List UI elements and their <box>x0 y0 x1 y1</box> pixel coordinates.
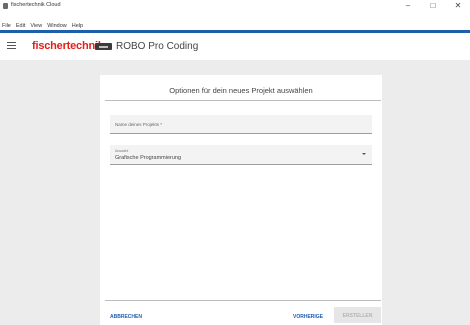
menu-window[interactable]: Window <box>47 23 67 29</box>
project-name-placeholder: Name deines Projekts * <box>115 122 163 127</box>
window-controls: – □ ✕ <box>404 1 462 11</box>
create-button-label: ERSTELLEN <box>342 313 373 319</box>
menu: File Edit View Window Help <box>2 23 83 29</box>
window-titlebar: fischertechnik Cloud – □ ✕ <box>0 0 470 14</box>
menu-edit[interactable]: Edit <box>16 23 25 29</box>
hamburger-menu-icon[interactable] <box>7 42 16 50</box>
app-icon <box>3 3 8 9</box>
brand-logo: fischertechnik <box>32 40 104 52</box>
menu-file[interactable]: File <box>2 23 11 29</box>
close-button[interactable]: ✕ <box>454 1 462 11</box>
cancel-button[interactable]: ABBRECHEN <box>110 314 142 320</box>
programming-type-select[interactable]: Auswahl Grafische Programmierung <box>110 145 372 165</box>
app-title: ROBO Pro Coding <box>116 41 199 52</box>
dialog-footer-divider <box>105 300 381 301</box>
new-project-dialog: Optionen für dein neues Projekt auswähle… <box>100 75 382 325</box>
menu-help[interactable]: Help <box>72 23 83 29</box>
create-button[interactable]: ERSTELLEN <box>334 307 381 323</box>
project-name-field[interactable]: Name deines Projekts * <box>110 115 372 134</box>
previous-button[interactable]: VORHERIGE <box>293 314 323 320</box>
dialog-header-divider <box>105 100 381 101</box>
minimize-button[interactable]: – <box>404 1 412 11</box>
menu-view[interactable]: View <box>30 23 42 29</box>
window-title: fischertechnik Cloud <box>11 2 61 8</box>
programming-type-value: Grafische Programmierung <box>115 154 182 161</box>
menu-bar: File Edit View Window Help <box>0 14 470 30</box>
brand-badge-icon <box>95 43 112 50</box>
app-bar: fischertechnik ROBO Pro Coding <box>0 33 470 60</box>
dialog-title: Optionen für dein neues Projekt auswähle… <box>169 86 313 95</box>
programming-type-label: Auswahl <box>115 149 129 153</box>
maximize-button[interactable]: □ <box>429 1 437 11</box>
chevron-down-icon[interactable] <box>362 153 366 155</box>
